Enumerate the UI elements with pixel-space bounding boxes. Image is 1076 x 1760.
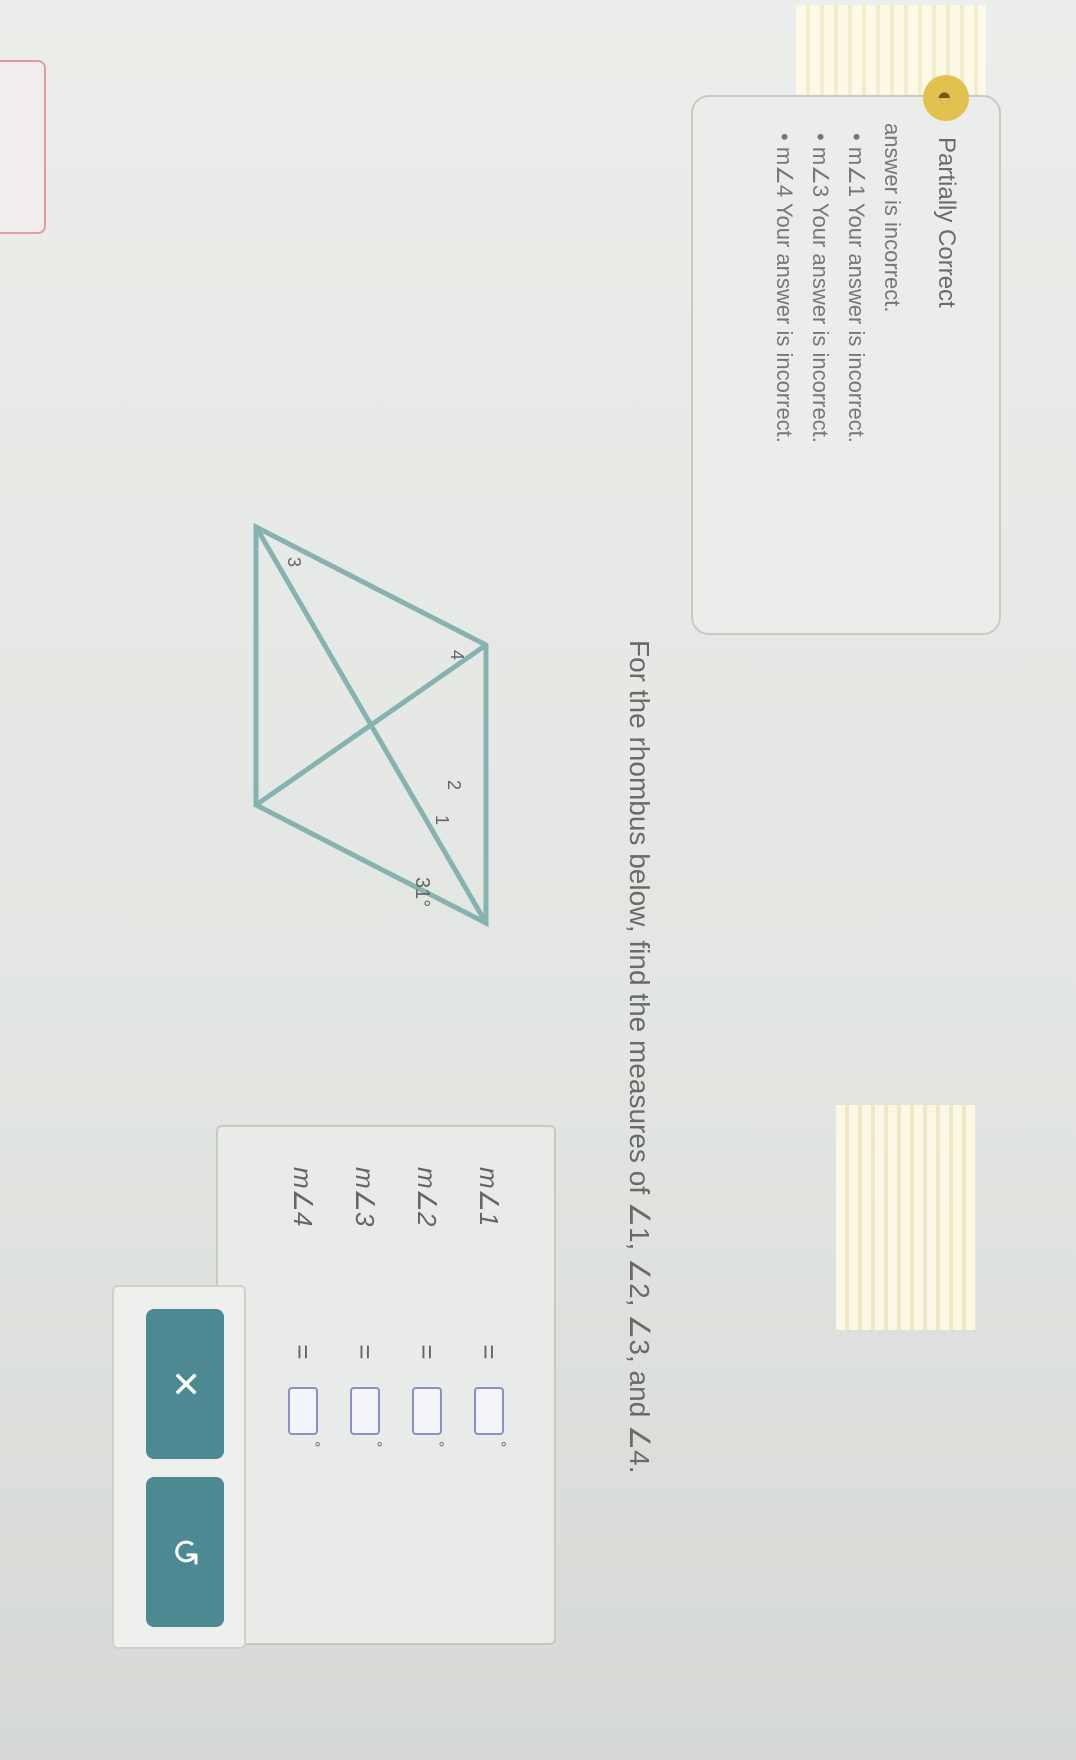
feedback-message: Your answer is incorrect.: [808, 202, 833, 443]
answer-row: m∠4 = °: [272, 1167, 334, 1603]
degree-unit: °: [429, 1441, 446, 1448]
undo-button[interactable]: ↺: [146, 1477, 224, 1627]
angle-label-1: 1: [432, 815, 452, 825]
degree-unit: °: [367, 1441, 384, 1448]
clear-button[interactable]: ✕: [146, 1309, 224, 1459]
feedback-angle: m∠1: [844, 146, 869, 198]
answer-label: m∠3: [350, 1167, 381, 1227]
degree-unit: °: [491, 1441, 508, 1448]
answer-row: m∠1 = °: [458, 1167, 520, 1603]
degree-unit: °: [305, 1441, 322, 1448]
angle-1-input[interactable]: [474, 1387, 504, 1435]
undo-icon: ↺: [165, 1536, 206, 1568]
angle-label-2: 2: [444, 780, 464, 790]
feedback-item: • m∠1 Your answer is incorrect.: [844, 133, 869, 443]
angle-label-4: 4: [447, 650, 467, 660]
feedback-item: • m∠4 Your answer is incorrect.: [772, 133, 797, 443]
action-button-panel: ✕ ↺: [112, 1285, 246, 1649]
feedback-message: Your answer is incorrect.: [844, 202, 869, 443]
feedback-angle: m∠3: [808, 146, 833, 198]
angle-2-input[interactable]: [412, 1387, 442, 1435]
answer-label: m∠4: [288, 1167, 319, 1227]
screen: ◐ Partially Correct answer is incorrect.…: [0, 0, 1076, 1760]
answer-label: m∠1: [474, 1167, 505, 1227]
feedback-status-text: Partially Correct: [933, 137, 960, 308]
answer-label: m∠2: [412, 1167, 443, 1227]
equals-sign: =: [288, 1344, 319, 1360]
angle-3-input[interactable]: [350, 1387, 380, 1435]
feedback-item: • m∠3 Your answer is incorrect.: [808, 133, 833, 443]
screen-glare: [836, 1105, 976, 1330]
feedback-status: ◐ Partially Correct: [923, 75, 969, 607]
rhombus-diagram: 3 4 2 1 31°: [253, 522, 489, 928]
answer-row: m∠3 = °: [334, 1167, 396, 1603]
feedback-message: Your answer is incorrect.: [772, 202, 797, 443]
feedback-summary: answer is incorrect.: [880, 123, 905, 313]
partial-correct-icon: ◐: [923, 75, 969, 121]
equals-sign: =: [474, 1344, 505, 1360]
given-angle-label: 31°: [411, 877, 433, 907]
question-text: For the rhombus below, find the measures…: [624, 640, 655, 1474]
angle-4-input[interactable]: [288, 1387, 318, 1435]
feedback-panel: ◐ Partially Correct answer is incorrect.…: [691, 75, 1001, 635]
answer-row: m∠2 = °: [396, 1167, 458, 1603]
close-icon: ✕: [165, 1368, 206, 1400]
equals-sign: =: [412, 1344, 443, 1360]
angle-label-3: 3: [284, 557, 304, 567]
equals-sign: =: [350, 1344, 381, 1360]
answer-panel: m∠1 = ° m∠2 = ° m∠3 = ° m∠4 = °: [216, 1125, 556, 1645]
offscreen-panel-edge: [0, 60, 46, 234]
feedback-angle: m∠4: [772, 146, 797, 198]
